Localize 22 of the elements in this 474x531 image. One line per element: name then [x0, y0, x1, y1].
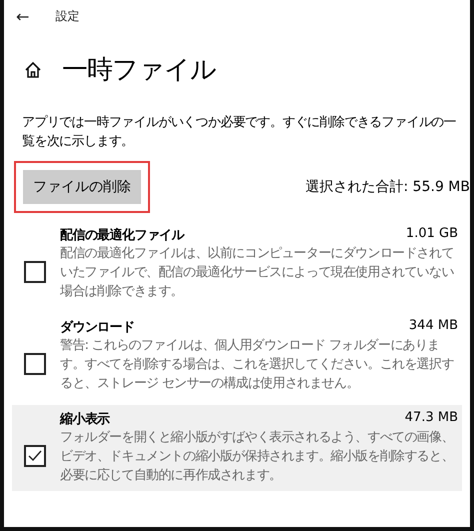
- storage-item[interactable]: ダウンロード 344 MB 警告: これらのファイルは、個人用ダウンロード フォルダーにあります。すべてを削除する場合は、これを選択してください。これを選択すると、ストレージ センサーの構成は使用されません。: [12, 313, 462, 399]
- item-name: 縮小表示: [60, 410, 110, 428]
- selected-total: 選択された合計: 55.9 MB: [306, 178, 470, 196]
- checkbox[interactable]: [24, 352, 46, 374]
- item-description: フォルダーを開くと縮小版がすばやく表示されるよう、すべての画像、ビデオ、ドキュメントの縮小版が保持されます。縮小版を削除すると、必要に応じて自動的に再作成されます。: [60, 429, 455, 485]
- storage-item[interactable]: 配信の最適化ファイル 1.01 GB 配信の最適化ファイルは、以前にコンピューターにダウンロードされていたファイルで、配信の最適化サービスによって現在使用されていない場合は削除できます。: [12, 221, 462, 307]
- item-size: 344 MB: [408, 318, 458, 335]
- item-size: 1.01 GB: [406, 226, 458, 243]
- item-size: 47.3 MB: [404, 410, 458, 427]
- home-icon: [24, 60, 42, 78]
- checkbox[interactable]: [24, 260, 46, 282]
- item-name: ダウンロード: [60, 319, 134, 336]
- item-description: 配信の最適化ファイルは、以前にコンピューターにダウンロードされていたファイルで、配信の最適化サービスによって現在使用されていない場合は削除できます。: [60, 245, 455, 301]
- settings-label: 設定: [55, 8, 80, 24]
- item-name: 配信の最適化ファイル: [60, 226, 184, 244]
- checkbox[interactable]: [24, 444, 46, 466]
- back-button[interactable]: ←: [16, 6, 30, 26]
- page-description: アプリでは一時ファイルがいくつか必要です。すぐに削除できるファイルの一覧を次に示します。: [22, 114, 458, 151]
- page-title: 一時ファイル: [62, 54, 216, 87]
- storage-item[interactable]: 縮小表示 47.3 MB フォルダーを開くと縮小版がすばやく表示されるよう、すべての画像、ビデオ、ドキュメントの縮小版が保持されます。縮小版を削除すると、必要に応じて自動的に再作成されます。: [12, 405, 462, 491]
- item-description: 警告: これらのファイルは、個人用ダウンロード フォルダーにあります。すべてを削除する場合は、これを選択してください。これを選択すると、ストレージ センサーの構成は使用されません。: [60, 337, 455, 393]
- delete-files-button[interactable]: ファイルの削除: [23, 170, 141, 204]
